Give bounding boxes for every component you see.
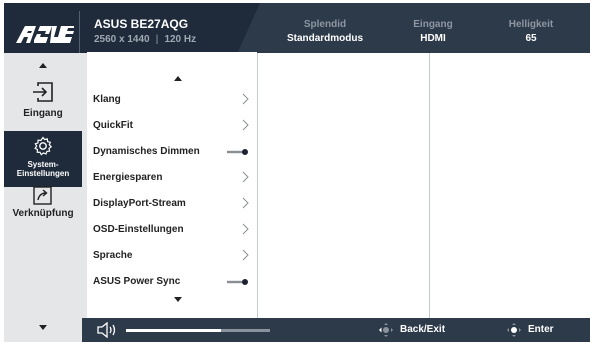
sidebar-item-eingang[interactable]: Eingang <box>4 77 82 133</box>
joystick-press-icon <box>507 323 521 337</box>
sidebar-item-label: Einstellungen <box>16 169 70 178</box>
stat-value: 65 <box>525 33 537 44</box>
menu-item-asus-power-sync[interactable]: ASUS Power Sync <box>93 272 253 292</box>
menu-item-displayport-stream[interactable]: DisplayPort-Stream <box>93 194 253 214</box>
sidebar-item-verknuepfung[interactable]: Verknüpfung <box>4 181 82 237</box>
joystick-left-icon <box>379 323 393 337</box>
chevron-right-icon <box>242 223 249 235</box>
asus-logo <box>16 26 74 43</box>
chevron-right-icon <box>242 197 249 209</box>
toggle-on-icon[interactable] <box>227 279 249 285</box>
sidebar: Eingang System- Einstellungen Verknüpfun… <box>4 53 82 342</box>
stat-label: Helligkeit <box>508 19 554 30</box>
sidebar-scroll-up-icon[interactable] <box>39 63 47 68</box>
menu-item-quickfit[interactable]: QuickFit <box>93 116 253 136</box>
resolution-info: 2560 x 1440 | 120 Hz <box>94 34 197 45</box>
menu-item-label: OSD-Einstellungen <box>93 224 184 235</box>
stat-label: Splendid <box>303 19 347 30</box>
chevron-right-icon <box>242 249 249 261</box>
menu-item-label: Sprache <box>93 250 133 261</box>
stat-value: Standardmodus <box>286 33 364 44</box>
menu-item-dynamisches-dimmen[interactable]: Dynamisches Dimmen <box>93 142 253 162</box>
sidebar-item-label: System- <box>27 160 59 169</box>
header-divider <box>79 11 80 57</box>
settings-menu: Klang QuickFit Dynamisches Dimmen Energi… <box>87 52 257 318</box>
menu-item-label: Dynamisches Dimmen <box>93 146 200 157</box>
sidebar-scroll-down-icon[interactable] <box>39 325 47 330</box>
stat-value: HDMI <box>420 33 446 44</box>
menu-item-sprache[interactable]: Sprache <box>93 246 253 266</box>
toggle-on-icon[interactable] <box>227 149 249 155</box>
menu-item-energiesparen[interactable]: Energiesparen <box>93 168 253 188</box>
volume-slider[interactable] <box>126 329 270 332</box>
menu-item-label: Klang <box>93 94 121 105</box>
input-icon <box>33 82 53 102</box>
menu-item-label: DisplayPort-Stream <box>93 198 186 209</box>
resolution-value: 2560 x 1440 <box>94 34 150 45</box>
chevron-right-icon <box>242 93 249 105</box>
stat-eingang: Eingang HDMI <box>378 19 488 44</box>
menu-scroll-up-icon[interactable] <box>174 76 182 81</box>
chevron-right-icon <box>242 119 249 131</box>
stat-label: Eingang <box>413 19 453 30</box>
menu-item-label: Energiesparen <box>93 172 163 183</box>
sidebar-item-label: Eingang <box>23 108 63 119</box>
menu-scroll-down-icon[interactable] <box>174 297 182 302</box>
menu-item-klang[interactable]: Klang <box>93 90 253 110</box>
monitor-model: ASUS BE27AQG <box>94 17 189 31</box>
submenu-panel <box>257 53 429 318</box>
footer-bar: Back/Exit Enter <box>82 318 590 342</box>
volume-slider-fill <box>126 329 222 332</box>
chevron-right-icon <box>242 171 249 183</box>
shortcut-icon <box>33 186 52 205</box>
value-panel <box>429 53 591 318</box>
sidebar-item-label: Verknüpfung <box>12 208 74 219</box>
menu-item-label: ASUS Power Sync <box>93 276 181 287</box>
gear-icon <box>34 136 53 156</box>
back-exit-label: Back/Exit <box>400 324 446 335</box>
speaker-icon <box>97 322 116 338</box>
stat-helligkeit: Helligkeit 65 <box>476 19 586 44</box>
refresh-rate: 120 Hz <box>164 34 197 45</box>
osd-window: ASUS BE27AQG 2560 x 1440 | 120 Hz Splendid… <box>0 0 594 348</box>
enter-label: Enter <box>528 324 554 335</box>
menu-item-osd-einstellungen[interactable]: OSD-Einstellungen <box>93 220 253 240</box>
stat-splendid: Splendid Standardmodus <box>270 19 380 44</box>
menu-item-label: QuickFit <box>93 120 134 131</box>
sidebar-item-system-einstellungen[interactable]: System- Einstellungen <box>4 131 82 187</box>
